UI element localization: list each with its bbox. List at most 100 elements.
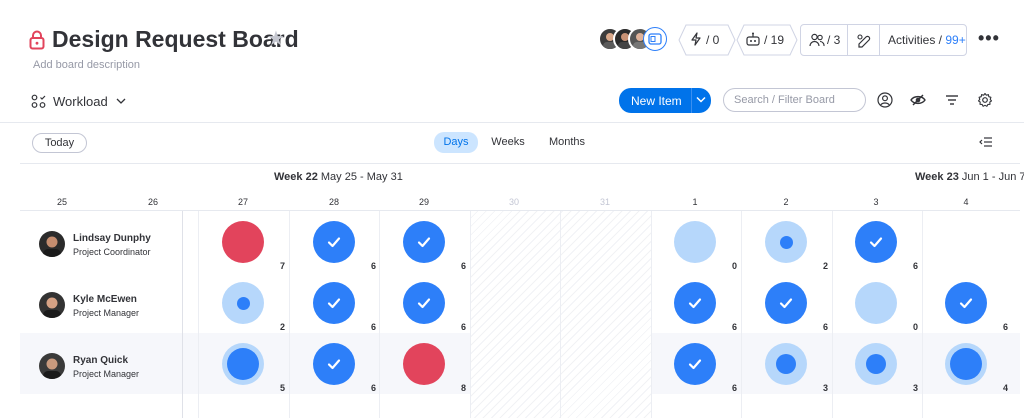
eye-hide-icon[interactable] <box>910 92 926 108</box>
updates-count: / 0 <box>706 33 720 47</box>
day-label-30: 30 <box>508 197 519 207</box>
members-count[interactable]: / 3 <box>827 33 840 47</box>
search-input[interactable] <box>734 92 860 108</box>
capacity-dot <box>866 354 886 374</box>
integration-icon[interactable] <box>856 33 872 49</box>
day-label-4: 4 <box>963 197 969 207</box>
check-icon <box>869 237 883 248</box>
check-icon <box>327 359 341 370</box>
day-label-29: 29 <box>418 197 429 207</box>
week-dates: Jun 1 - Jun 7 <box>961 171 1024 183</box>
check-icon <box>327 298 341 309</box>
item-count: 6 <box>822 322 828 332</box>
person-role: Project Manager <box>73 369 140 379</box>
overload-circle <box>403 343 445 385</box>
check-icon <box>779 298 793 309</box>
board-subscribers[interactable] <box>598 27 670 53</box>
workload-cell-light[interactable] <box>673 220 717 264</box>
item-count: 6 <box>731 322 737 332</box>
workload-cell-red[interactable] <box>221 220 265 264</box>
check-icon <box>417 298 431 309</box>
bolt-icon <box>691 32 701 46</box>
today-button[interactable]: Today <box>32 133 87 153</box>
workload-cell-check[interactable] <box>402 281 446 325</box>
activities-button[interactable]: Activities / 99+ <box>888 33 966 47</box>
more-icon[interactable]: ••• <box>978 28 1000 49</box>
item-count: 2 <box>822 261 828 271</box>
person-name: Ryan Quick <box>73 355 129 366</box>
search-field[interactable] <box>723 88 866 112</box>
automations-count: / 19 <box>764 33 785 47</box>
workload-cell-light-dot-medium[interactable] <box>764 342 808 386</box>
workload-cell-light-dot-medium[interactable] <box>854 342 898 386</box>
divider <box>0 122 1024 123</box>
capacity-dot <box>236 296 250 310</box>
grid-line <box>651 211 652 418</box>
capacity-dot <box>950 348 982 380</box>
workload-cell-light-dot-large[interactable] <box>944 342 988 386</box>
grid-line <box>470 211 471 418</box>
day-label-25: 25 <box>56 197 67 207</box>
workload-cell-check[interactable] <box>673 281 717 325</box>
workload-cell-red[interactable] <box>402 342 446 386</box>
view-selector[interactable]: Workload <box>31 92 126 110</box>
item-count: 3 <box>912 383 918 393</box>
gear-icon[interactable] <box>977 92 993 108</box>
workload-cell-check[interactable] <box>854 220 898 264</box>
board-description[interactable]: Add board description <box>33 59 140 71</box>
check-icon <box>417 237 431 248</box>
tab-days[interactable]: Days <box>434 132 478 153</box>
under-capacity-circle <box>855 282 897 324</box>
workload-cell-check[interactable] <box>402 220 446 264</box>
workload-cell-check[interactable] <box>673 342 717 386</box>
chevron-down-icon <box>116 98 126 104</box>
person-filter-icon[interactable] <box>877 92 893 108</box>
workload-cell-check[interactable] <box>944 281 988 325</box>
board-title[interactable]: Design Request Board <box>52 26 299 53</box>
item-count: 6 <box>460 322 466 332</box>
overload-circle <box>222 221 264 263</box>
workload-cell-light-dot-large[interactable] <box>221 342 265 386</box>
item-count: 6 <box>370 383 376 393</box>
automations-counter[interactable]: / 19 <box>736 24 798 56</box>
person-3[interactable]: Ryan Quick Project Manager <box>39 351 189 383</box>
lock-icon <box>29 30 45 50</box>
check-icon <box>688 298 702 309</box>
item-count: 5 <box>279 383 285 393</box>
day-label-27: 27 <box>237 197 248 207</box>
item-count: 0 <box>912 322 918 332</box>
grid-line <box>560 211 561 418</box>
collapse-rows-icon[interactable] <box>979 135 993 149</box>
view-label: Workload <box>53 93 108 109</box>
avatar <box>39 231 65 257</box>
day-label-3: 3 <box>873 197 879 207</box>
workload-cell-check[interactable] <box>312 220 356 264</box>
person-1[interactable]: Lindsay Dunphy Project Coordinator <box>39 229 189 261</box>
workload-icon <box>31 94 46 108</box>
workload-cell-check[interactable] <box>312 281 356 325</box>
item-count: 4 <box>1002 383 1008 393</box>
filter-icon[interactable] <box>944 92 960 108</box>
chevron-down-icon[interactable] <box>696 96 706 103</box>
tab-months[interactable]: Months <box>543 132 591 153</box>
new-item-button[interactable]: New Item <box>619 88 711 113</box>
check-icon <box>959 298 973 309</box>
divider <box>20 163 1020 164</box>
person-role: Project Coordinator <box>73 247 151 257</box>
capacity-dot <box>227 348 259 380</box>
favorite-star-icon[interactable]: ★ <box>267 29 285 49</box>
invite-member-icon[interactable] <box>643 27 667 51</box>
workload-cell-check[interactable] <box>312 342 356 386</box>
week-dates: May 25 - May 31 <box>320 171 403 183</box>
week-name: Week 22 <box>274 171 318 183</box>
divider <box>847 25 848 55</box>
tab-weeks[interactable]: Weeks <box>486 132 530 153</box>
divider <box>879 25 880 55</box>
workload-cell-light-dot-small[interactable] <box>221 281 265 325</box>
person-2[interactable]: Kyle McEwen Project Manager <box>39 290 189 322</box>
workload-cell-check[interactable] <box>764 281 808 325</box>
workload-cell-light[interactable] <box>854 281 898 325</box>
people-icon[interactable] <box>809 33 825 47</box>
updates-counter[interactable]: / 0 <box>678 24 736 56</box>
workload-cell-light-dot-small[interactable] <box>764 220 808 264</box>
